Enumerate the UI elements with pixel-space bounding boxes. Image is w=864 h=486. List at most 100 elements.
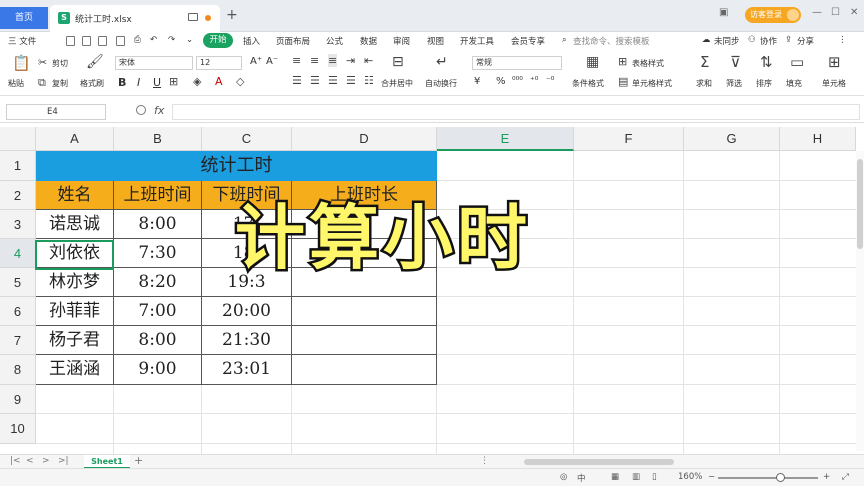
fill-button[interactable]: 填充: [786, 78, 802, 89]
zoom-level[interactable]: 160%: [678, 472, 702, 482]
filter-button[interactable]: 筛选: [726, 78, 742, 89]
column-header-a[interactable]: A: [36, 127, 114, 151]
paste-button[interactable]: 粘贴: [8, 78, 24, 89]
row-header-5[interactable]: 5: [0, 268, 36, 297]
number-format-select[interactable]: 常规: [472, 56, 562, 70]
distribute-icon[interactable]: ☷: [364, 74, 374, 87]
outdent-icon[interactable]: ⇤: [364, 54, 373, 67]
zoom-slider-knob[interactable]: [776, 473, 785, 482]
cell-start[interactable]: 8:20: [114, 268, 202, 297]
minimize-button[interactable]: —: [812, 7, 822, 18]
row-header-3[interactable]: 3: [0, 210, 36, 239]
column-header-c[interactable]: C: [202, 127, 292, 151]
cell-button[interactable]: 单元格: [822, 78, 846, 89]
cell-duration[interactable]: [292, 355, 437, 385]
border-icon[interactable]: ⊞: [169, 75, 178, 88]
column-header-h[interactable]: H: [780, 127, 856, 151]
next-sheet-icon[interactable]: >: [42, 456, 50, 466]
column-header-f[interactable]: F: [574, 127, 684, 151]
cell-style-button[interactable]: 单元格样式: [632, 78, 672, 89]
cell-start[interactable]: 9:00: [114, 355, 202, 385]
table-style-button[interactable]: 表格样式: [632, 58, 664, 69]
fill-color-icon[interactable]: ◈: [193, 75, 201, 88]
collab-button[interactable]: 协作: [760, 35, 777, 47]
new-tab-button[interactable]: +: [226, 7, 238, 23]
file-menu[interactable]: 三 文件: [8, 35, 36, 47]
more-icon[interactable]: ⋮: [838, 35, 847, 45]
currency-button[interactable]: ¥: [474, 76, 480, 87]
vertical-scrollbar[interactable]: [856, 151, 864, 451]
zoom-slider[interactable]: [718, 477, 818, 479]
format-painter-button[interactable]: 格式刷: [80, 78, 104, 89]
monitor-icon[interactable]: [188, 13, 198, 21]
fx-icon[interactable]: fx: [154, 104, 164, 117]
horizontal-scroll-thumb[interactable]: [524, 459, 674, 465]
row-header-10[interactable]: 10: [0, 414, 36, 444]
sheet-tab-sheet1[interactable]: Sheet1: [84, 455, 130, 469]
row-header-8[interactable]: 8: [0, 355, 36, 385]
column-header-d[interactable]: D: [292, 127, 437, 151]
normal-view-icon[interactable]: ▦: [611, 472, 619, 482]
page-layout-view-icon[interactable]: ▯: [652, 472, 657, 482]
bold-button[interactable]: B: [118, 76, 126, 89]
row-header-9[interactable]: 9: [0, 385, 36, 414]
cell-name[interactable]: 王涵涵: [36, 355, 114, 385]
cell-duration[interactable]: [292, 326, 437, 355]
home-tab[interactable]: 首页: [0, 7, 48, 29]
tab-view[interactable]: 视图: [427, 35, 444, 47]
column-header-b[interactable]: B: [114, 127, 202, 151]
align-center-icon[interactable]: ☰: [310, 74, 320, 87]
redo-icon[interactable]: ↷: [168, 35, 175, 45]
row-header-4[interactable]: 4: [0, 239, 36, 268]
open-icon[interactable]: [82, 36, 91, 46]
increase-decimal-button[interactable]: ⁺⁰: [530, 76, 538, 86]
formula-input[interactable]: [172, 104, 860, 120]
merge-center-button[interactable]: 合并居中: [381, 78, 413, 89]
document-tab[interactable]: S 统计工时.xlsx: [50, 5, 220, 32]
align-top-icon[interactable]: ≡: [292, 54, 301, 67]
cell-end[interactable]: 21:30: [202, 326, 292, 355]
italic-button[interactable]: I: [137, 76, 140, 89]
row-header-7[interactable]: 7: [0, 326, 36, 355]
percent-button[interactable]: %: [496, 76, 506, 87]
align-middle-icon[interactable]: ≡: [310, 54, 319, 67]
column-header-e[interactable]: E: [437, 127, 574, 151]
tab-insert[interactable]: 插入: [243, 35, 260, 47]
first-sheet-icon[interactable]: |<: [10, 456, 21, 466]
name-box[interactable]: E4: [6, 104, 106, 120]
zoom-icon[interactable]: [136, 105, 146, 115]
sum-button[interactable]: 求和: [696, 78, 712, 89]
fullscreen-icon[interactable]: ⤢: [842, 472, 849, 482]
cell-name[interactable]: 林亦梦: [36, 268, 114, 297]
close-button[interactable]: ✕: [850, 7, 858, 18]
zoom-in-icon[interactable]: +: [823, 472, 830, 482]
font-family-select[interactable]: 宋体: [115, 56, 193, 70]
table-title-cell[interactable]: 统计工时: [36, 151, 437, 181]
clear-icon[interactable]: ◇: [236, 75, 244, 88]
sync-status[interactable]: 未同步: [714, 35, 740, 47]
cell-start[interactable]: 8:00: [114, 326, 202, 355]
more-chevron-icon[interactable]: ⌄: [186, 35, 193, 45]
align-bottom-icon[interactable]: ≡: [328, 54, 338, 67]
cell-name[interactable]: 孙菲菲: [36, 297, 114, 326]
tab-review[interactable]: 审阅: [393, 35, 410, 47]
save-icon[interactable]: [98, 36, 107, 46]
wrap-text-button[interactable]: 自动换行: [425, 78, 457, 89]
last-sheet-icon[interactable]: >|: [58, 456, 69, 466]
print-icon[interactable]: [116, 36, 125, 46]
workspace-icon[interactable]: ▣: [719, 7, 728, 18]
tab-developer[interactable]: 开发工具: [460, 35, 494, 47]
command-search[interactable]: 查找命令、搜索模板: [573, 35, 650, 47]
row-header-1[interactable]: 1: [0, 151, 36, 181]
tab-formulas[interactable]: 公式: [326, 35, 343, 47]
select-all-corner[interactable]: [0, 127, 36, 151]
header-cell-name[interactable]: 姓名: [36, 181, 114, 210]
header-cell-start[interactable]: 上班时间: [114, 181, 202, 210]
cell-start[interactable]: 7:30: [114, 239, 202, 268]
thousands-button[interactable]: ⁰⁰⁰: [512, 76, 523, 86]
grow-font-icon[interactable]: A⁺: [250, 56, 262, 67]
tab-data[interactable]: 数据: [360, 35, 377, 47]
indent-icon[interactable]: ⇥: [346, 54, 355, 67]
conditional-format-button[interactable]: 条件格式: [572, 78, 604, 89]
eye-protect-icon[interactable]: ◎: [560, 472, 567, 482]
